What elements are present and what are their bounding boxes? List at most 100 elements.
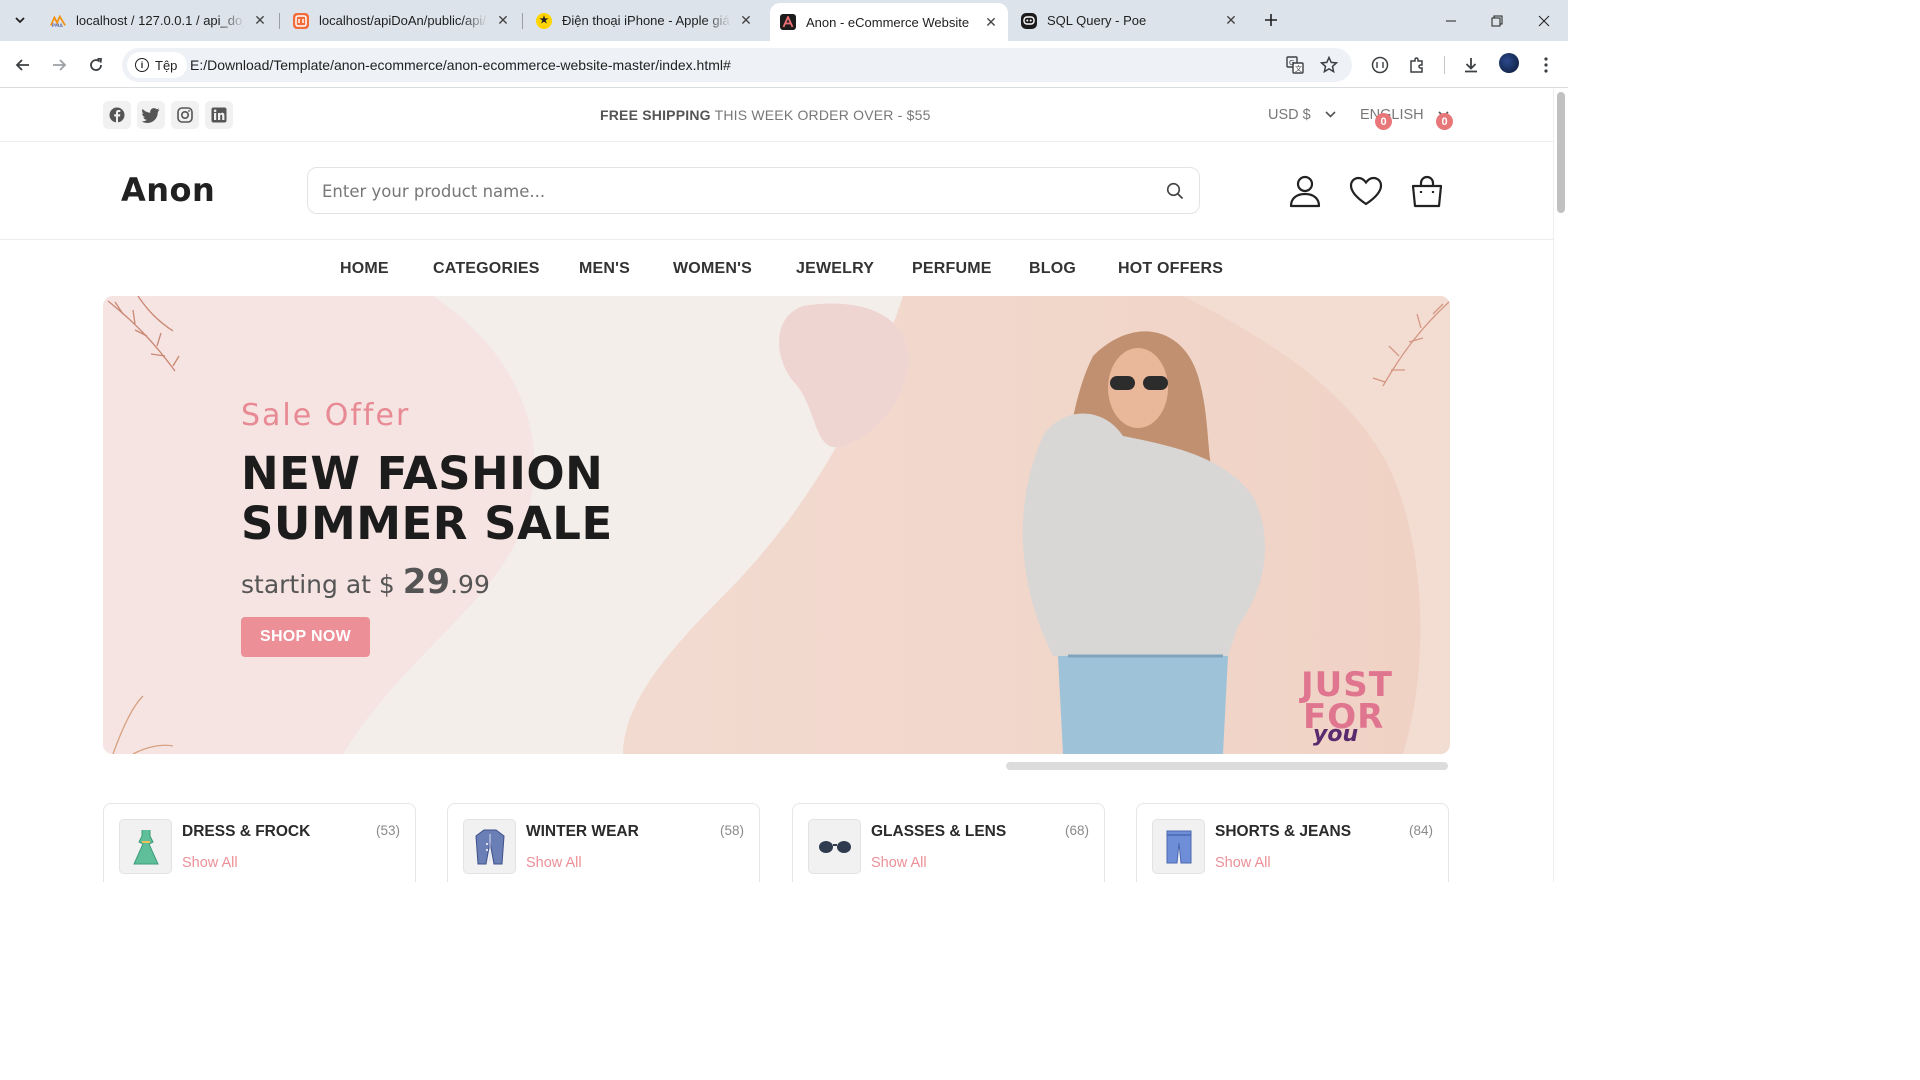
tab-search-button[interactable] — [8, 8, 32, 32]
linkedin-icon[interactable] — [205, 101, 233, 129]
show-all-link[interactable]: Show All — [182, 855, 238, 871]
hero-title-line-2: SUMMER SALE — [241, 497, 613, 550]
new-tab-plus-icon[interactable] — [1260, 9, 1282, 31]
nav-hot-offers[interactable]: HOT OFFERS — [1118, 260, 1223, 278]
user-icon[interactable] — [1287, 173, 1323, 209]
category-card-winter[interactable]: WINTER WEAR (58) Show All — [447, 803, 760, 882]
nav-home[interactable]: HOME — [340, 260, 389, 278]
chevron-down-icon — [1325, 109, 1336, 121]
svg-text:G: G — [1289, 59, 1294, 67]
hero-title-line-1: NEW FASHION — [241, 447, 604, 500]
tab-anon[interactable]: Anon - eCommerce Website ✕ — [770, 3, 1008, 41]
tab-poe[interactable]: SQL Query - Poe ✕ — [1011, 6, 1248, 35]
restore-icon[interactable] — [1474, 0, 1520, 41]
show-all-link[interactable]: Show All — [871, 855, 927, 871]
facebook-icon[interactable] — [103, 101, 131, 129]
browser-tab-strip: PMA localhost / 127.0.0.1 / api_do_an ✕ … — [0, 0, 1568, 41]
reload-icon[interactable] — [83, 52, 109, 78]
search-icon[interactable] — [1166, 182, 1184, 200]
close-icon[interactable]: ✕ — [982, 14, 1000, 31]
browser-toolbar: i Tệp E:/Download/Template/anon-ecommerc… — [0, 41, 1568, 88]
price-cents: .99 — [450, 570, 490, 599]
api-tool-icon — [293, 12, 309, 29]
show-all-link[interactable]: Show All — [526, 855, 582, 871]
extension-circle-icon[interactable] — [1369, 54, 1391, 76]
tab-divider — [522, 13, 523, 29]
site-chip-label: Tệp — [155, 57, 178, 73]
tab-divider — [279, 13, 280, 29]
category-count: (53) — [375, 823, 400, 838]
bookmark-star-icon[interactable] — [1320, 56, 1338, 74]
page-scrollbar-thumb[interactable] — [1557, 92, 1565, 213]
category-count: (84) — [1408, 823, 1433, 838]
back-arrow-icon[interactable] — [10, 52, 36, 78]
nav-jewelry[interactable]: JEWELRY — [796, 260, 874, 278]
page-viewport: FREE SHIPPING THIS WEEK ORDER OVER - $55… — [0, 89, 1553, 882]
cart-bag-icon[interactable] — [1409, 173, 1445, 209]
tab-iphone[interactable]: ★ Điện thoại iPhone - Apple giá rẻ ✕ — [526, 6, 763, 35]
hero-banner: JUST FOR you Sale Offer NEW FASHION SUMM… — [103, 296, 1450, 754]
nav-womens[interactable]: WOMEN'S — [673, 260, 752, 278]
category-card-shorts[interactable]: SHORTS & JEANS (84) Show All — [1136, 803, 1449, 882]
dress-icon — [119, 819, 172, 874]
site-info-chip[interactable]: i Tệp — [127, 52, 188, 78]
nav-mens[interactable]: MEN'S — [579, 260, 630, 278]
hero-slider-scrollbar[interactable] — [1006, 762, 1448, 770]
main-header: Anon 0 0 — [0, 113, 1553, 240]
nav-categories[interactable]: CATEGORIES — [433, 260, 540, 278]
toolbar-divider — [1444, 56, 1445, 74]
tab-phpmyadmin[interactable]: PMA localhost / 127.0.0.1 / api_do_an ✕ — [40, 6, 277, 35]
window-close-icon[interactable] — [1521, 0, 1567, 41]
price-whole: 29 — [402, 562, 451, 602]
address-bar[interactable]: i Tệp E:/Download/Template/anon-ecommerc… — [122, 48, 1352, 82]
close-icon[interactable]: ✕ — [494, 12, 512, 29]
hero-price: starting at $ 29.99 — [241, 562, 490, 602]
svg-text:PMA: PMA — [52, 23, 64, 28]
tab-title: Anon - eCommerce Website — [806, 14, 970, 30]
main-navigation: HOME CATEGORIES MEN'S WOMEN'S JEWELRY PE… — [0, 240, 1553, 296]
forward-arrow-icon[interactable] — [46, 52, 72, 78]
category-count: (68) — [1064, 823, 1089, 838]
tab-api[interactable]: localhost/apiDoAn/public/api/ ✕ — [283, 6, 520, 35]
cart-count-badge: 0 — [1436, 113, 1453, 130]
category-name: WINTER WEAR — [526, 823, 639, 840]
nav-blog[interactable]: BLOG — [1029, 260, 1076, 278]
profile-avatar[interactable] — [1499, 53, 1519, 73]
wishlist-heart-icon[interactable] — [1348, 173, 1384, 209]
tab-title: localhost/apiDoAn/public/api/ — [319, 13, 486, 28]
close-icon[interactable]: ✕ — [737, 12, 755, 29]
translate-icon[interactable]: G文 — [1286, 56, 1304, 74]
svg-text:文: 文 — [1295, 64, 1302, 73]
site-logo[interactable]: Anon — [121, 171, 215, 209]
close-icon[interactable]: ✕ — [251, 12, 269, 29]
show-all-link[interactable]: Show All — [1215, 855, 1271, 871]
tab-title: Điện thoại iPhone - Apple giá rẻ — [562, 13, 731, 28]
close-icon[interactable]: ✕ — [1222, 12, 1240, 29]
instagram-icon[interactable] — [171, 101, 199, 129]
category-count: (58) — [719, 823, 744, 838]
category-name: DRESS & FROCK — [182, 823, 311, 840]
currency-select[interactable]: USD $ — [1268, 107, 1336, 123]
header-top-strip: FREE SHIPPING THIS WEEK ORDER OVER - $55… — [0, 89, 1553, 142]
tab-title: SQL Query - Poe — [1047, 13, 1147, 28]
promo-bold-text: FREE SHIPPING — [600, 107, 711, 123]
phpmyadmin-icon: PMA — [50, 13, 66, 29]
poe-icon — [1021, 12, 1037, 29]
download-icon[interactable] — [1460, 54, 1482, 76]
search-input[interactable] — [322, 178, 1142, 204]
category-name: GLASSES & LENS — [871, 823, 1007, 840]
svg-text:you: you — [1313, 722, 1358, 747]
anon-icon — [780, 14, 796, 30]
minimize-icon[interactable] — [1428, 0, 1474, 41]
category-name: SHORTS & JEANS — [1215, 823, 1352, 840]
shop-now-button[interactable]: SHOP NOW — [241, 617, 370, 657]
category-card-dress[interactable]: DRESS & FROCK (53) Show All — [103, 803, 416, 882]
nav-perfume[interactable]: PERFUME — [912, 260, 992, 278]
twitter-icon[interactable] — [137, 101, 165, 129]
extensions-puzzle-icon[interactable] — [1406, 54, 1428, 76]
category-card-glasses[interactable]: GLASSES & LENS (68) Show All — [792, 803, 1105, 882]
coat-icon — [463, 819, 516, 874]
url-text[interactable]: E:/Download/Template/anon-ecommerce/anon… — [190, 57, 731, 73]
more-menu-icon[interactable] — [1535, 54, 1557, 76]
info-icon: i — [135, 58, 149, 72]
